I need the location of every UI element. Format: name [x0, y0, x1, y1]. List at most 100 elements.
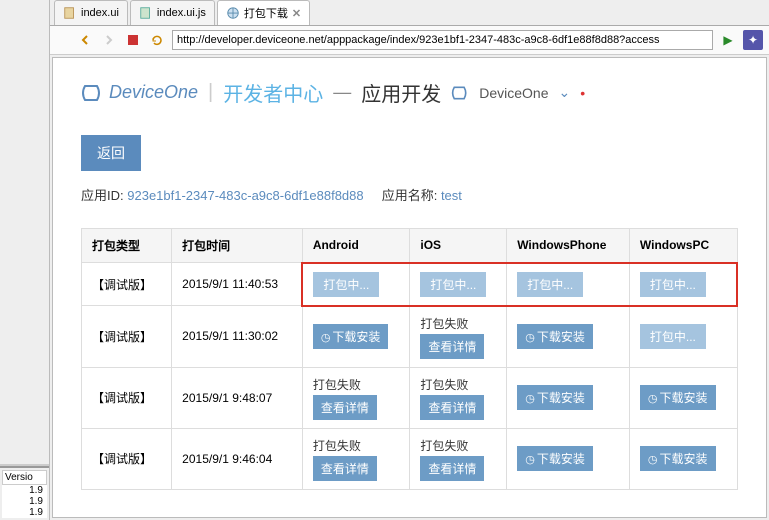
- brand-center: 开发者中心: [223, 78, 323, 107]
- platform-cell: 下载安装: [629, 367, 737, 428]
- download-button[interactable]: 下载安装: [517, 385, 593, 410]
- fail-text: 打包失败: [420, 376, 496, 393]
- fail-text: 打包失败: [420, 437, 496, 454]
- detail-button[interactable]: 查看详情: [313, 456, 377, 481]
- logo-small-icon: [451, 84, 469, 102]
- detail-button[interactable]: 查看详情: [420, 456, 484, 481]
- tab-package-download[interactable]: 打包下载 ✕: [217, 0, 310, 25]
- browser-toolbar: ▶ ✦: [50, 26, 769, 55]
- platform-cell: 下载安装: [302, 306, 410, 368]
- table-row: 【调试版】2015/9/1 11:30:02下载安装打包失败查看详情下载安装打包…: [82, 306, 738, 368]
- go-icon[interactable]: ▶: [719, 31, 737, 49]
- package-type: 【调试版】: [82, 428, 172, 489]
- package-time: 2015/9/1 9:48:07: [172, 367, 303, 428]
- table-header: 打包时间: [172, 229, 303, 263]
- tab-label: index.ui.js: [157, 7, 206, 19]
- version-item[interactable]: 1.9: [2, 485, 47, 496]
- chevron-down-icon[interactable]: ⌄: [559, 84, 571, 101]
- package-type: 【调试版】: [82, 306, 172, 368]
- platform-cell: 打包中...: [629, 263, 737, 306]
- detail-button[interactable]: 查看详情: [420, 334, 484, 359]
- download-button[interactable]: 下载安装: [640, 446, 716, 471]
- platform-cell: 打包中...: [507, 263, 630, 306]
- platform-cell: 打包失败查看详情: [302, 428, 410, 489]
- brand-app-dev: 应用开发: [361, 78, 441, 107]
- package-type: 【调试版】: [82, 367, 172, 428]
- left-sidebar: Versio 1.9 1.9 1.9: [0, 0, 50, 520]
- notification-dot-icon: •: [580, 85, 585, 101]
- brand-logo: DeviceOne: [81, 82, 198, 104]
- table-row: 【调试版】2015/9/1 11:40:53 打包中... 打包中... 打包中...…: [82, 263, 738, 306]
- settings-icon[interactable]: ✦: [743, 30, 763, 50]
- download-button[interactable]: 下载安装: [640, 385, 716, 410]
- file-icon: [63, 6, 77, 20]
- app-name-value: test: [441, 188, 462, 203]
- dash: —: [333, 82, 351, 103]
- clock-icon: [648, 452, 658, 466]
- platform-cell: 打包失败查看详情: [410, 428, 507, 489]
- stop-icon[interactable]: [124, 31, 142, 49]
- detail-button[interactable]: 查看详情: [420, 395, 484, 420]
- platform-cell: 下载安装: [507, 367, 630, 428]
- clock-icon: [525, 452, 535, 466]
- tab-label: index.ui: [81, 7, 119, 19]
- platform-cell: 打包失败查看详情: [410, 367, 507, 428]
- clock-icon: [525, 391, 535, 405]
- package-type: 【调试版】: [82, 263, 172, 306]
- brand-small-text: DeviceOne: [479, 85, 548, 101]
- version-item[interactable]: 1.9: [2, 496, 47, 507]
- clock-icon: [321, 330, 331, 344]
- clock-icon: [525, 330, 535, 344]
- table-header: WindowsPhone: [507, 229, 630, 263]
- page-content: DeviceOne | 开发者中心 — 应用开发 DeviceOne ⌄ • 返…: [52, 57, 767, 518]
- table-header: WindowsPC: [629, 229, 737, 263]
- back-nav-icon[interactable]: [76, 31, 94, 49]
- app-info: 应用ID: 923e1bf1-2347-483c-a9c8-6df1e88f8d…: [81, 185, 738, 204]
- fail-text: 打包失败: [313, 376, 400, 393]
- package-table: 打包类型打包时间AndroidiOSWindowsPhoneWindowsPC …: [81, 228, 738, 490]
- js-icon: [139, 6, 153, 20]
- package-time: 2015/9/1 11:30:02: [172, 306, 303, 368]
- table-row: 【调试版】2015/9/1 9:46:04打包失败查看详情打包失败查看详情下载安…: [82, 428, 738, 489]
- platform-cell: 打包失败查看详情: [302, 367, 410, 428]
- pending-button: 打包中...: [640, 272, 706, 297]
- detail-button[interactable]: 查看详情: [313, 395, 377, 420]
- forward-nav-icon: [100, 31, 118, 49]
- brand-text: DeviceOne: [109, 82, 198, 103]
- platform-cell: 打包中...: [410, 263, 507, 306]
- table-row: 【调试版】2015/9/1 9:48:07打包失败查看详情打包失败查看详情下载安…: [82, 367, 738, 428]
- app-id-value: 923e1bf1-2347-483c-a9c8-6df1e88f8d88: [127, 188, 363, 203]
- download-button[interactable]: 下载安装: [517, 324, 593, 349]
- table-header: Android: [302, 229, 410, 263]
- app-name-label: 应用名称:: [382, 188, 438, 203]
- close-icon[interactable]: ✕: [292, 7, 301, 20]
- clock-icon: [648, 391, 658, 405]
- platform-cell: 下载安装: [507, 428, 630, 489]
- version-item[interactable]: 1.9: [2, 507, 47, 518]
- download-button[interactable]: 下载安装: [313, 324, 389, 349]
- brand-header: DeviceOne | 开发者中心 — 应用开发 DeviceOne ⌄ •: [81, 78, 738, 107]
- editor-tabs: index.ui index.ui.js 打包下载 ✕: [50, 0, 769, 26]
- table-header: iOS: [410, 229, 507, 263]
- pending-button: 打包中...: [313, 272, 379, 297]
- platform-cell: 打包失败查看详情: [410, 306, 507, 368]
- table-header: 打包类型: [82, 229, 172, 263]
- logo-icon: [81, 82, 103, 104]
- fail-text: 打包失败: [313, 437, 400, 454]
- pending-button: 打包中...: [420, 272, 486, 297]
- app-id-label: 应用ID:: [81, 188, 124, 203]
- package-time: 2015/9/1 11:40:53: [172, 263, 303, 306]
- tab-label: 打包下载: [244, 5, 288, 21]
- back-button[interactable]: 返回: [81, 135, 141, 171]
- divider: |: [208, 81, 213, 104]
- download-button[interactable]: 下载安装: [517, 446, 593, 471]
- tab-index-ui-js[interactable]: index.ui.js: [130, 0, 215, 25]
- fail-text: 打包失败: [420, 315, 496, 332]
- platform-cell: 打包中...: [302, 263, 410, 306]
- globe-icon: [226, 6, 240, 20]
- refresh-icon[interactable]: [148, 31, 166, 49]
- tab-index-ui[interactable]: index.ui: [54, 0, 128, 25]
- url-input[interactable]: [172, 30, 713, 50]
- platform-cell: 打包中...: [629, 306, 737, 368]
- platform-cell: 下载安装: [629, 428, 737, 489]
